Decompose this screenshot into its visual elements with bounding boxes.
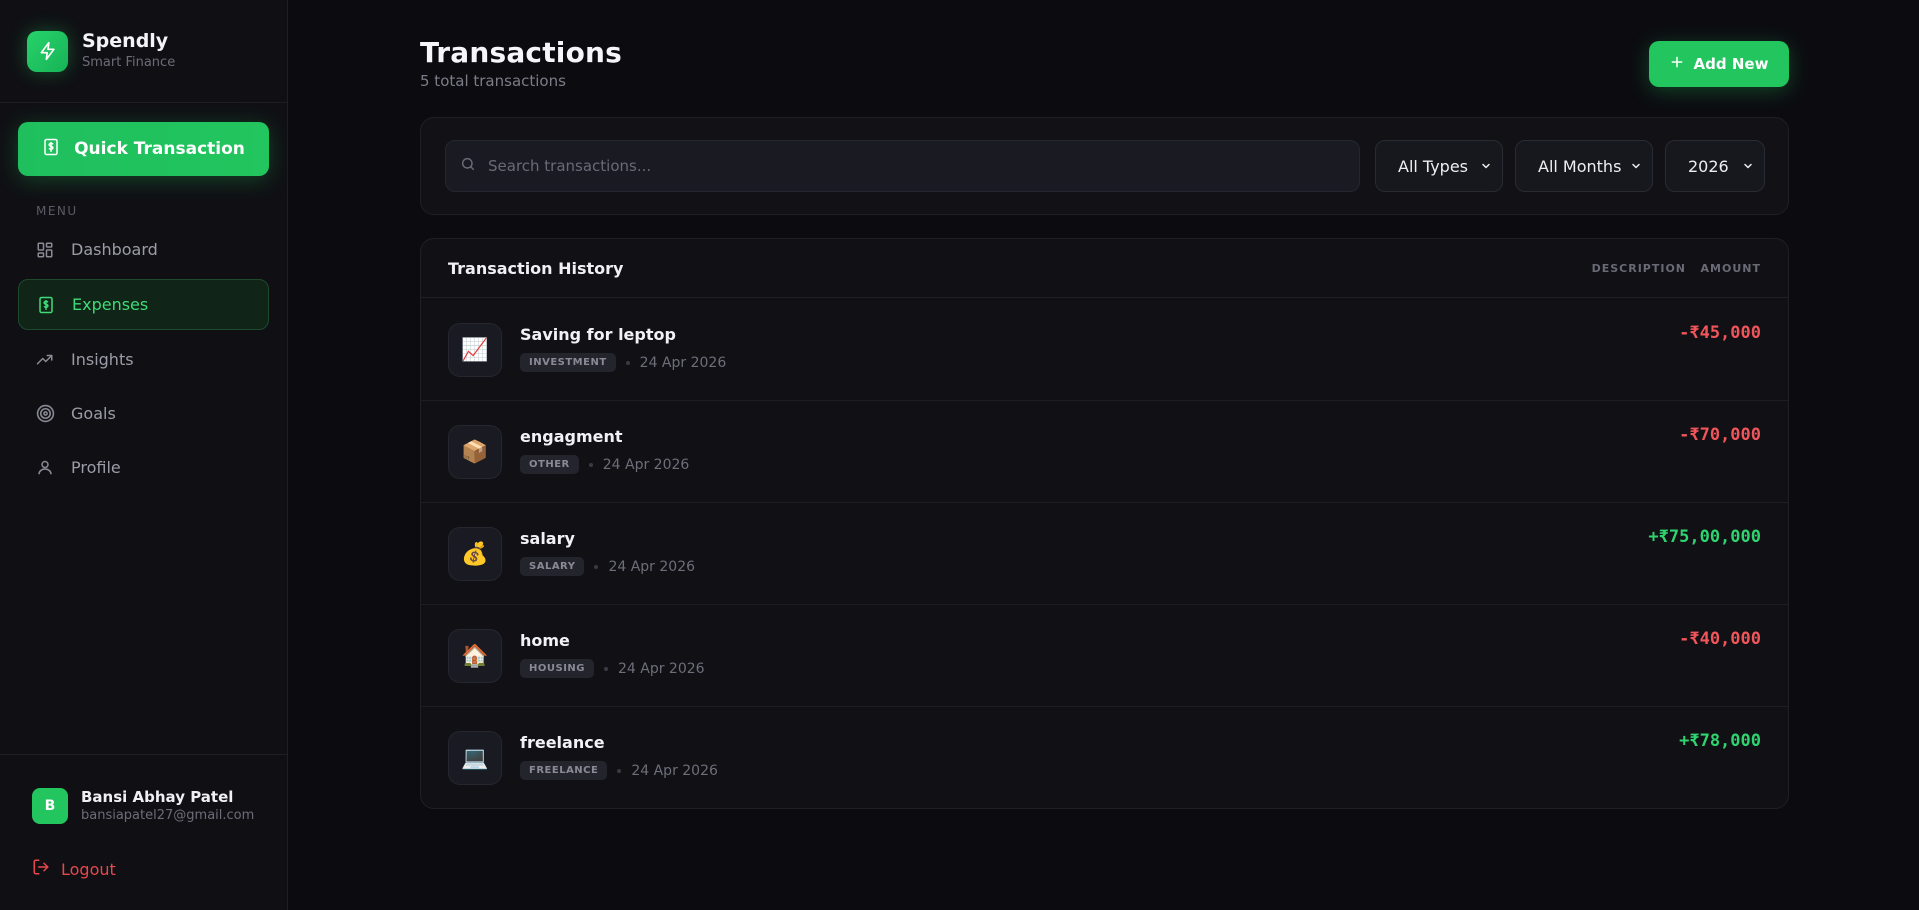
add-new-label: Add New — [1693, 55, 1769, 73]
year-select[interactable]: 2026 — [1665, 140, 1765, 192]
add-new-button[interactable]: Add New — [1649, 41, 1789, 87]
month-select[interactable]: All Months — [1515, 140, 1653, 192]
brand-name: Spendly — [82, 30, 169, 52]
sidebar-item-goals[interactable]: Goals — [18, 388, 269, 439]
separator-dot — [588, 462, 593, 467]
menu-label: MENU — [36, 204, 78, 218]
search-input[interactable] — [488, 157, 1348, 175]
transaction-date: 24 Apr 2026 — [639, 354, 727, 371]
transaction-amount: +₹75,00,000 — [1648, 527, 1761, 547]
brand[interactable]: Spendly Smart Finance — [27, 30, 175, 72]
transaction-date: 24 Apr 2026 — [618, 660, 705, 677]
transaction-date: 24 Apr 2026 — [602, 456, 690, 473]
user-name: Bansi Abhay Patel — [81, 788, 234, 806]
search-icon — [460, 156, 476, 176]
type-select-value: All Types — [1398, 156, 1469, 176]
sidebar-item-label: Profile — [71, 458, 121, 477]
separator-dot — [604, 666, 608, 671]
sidebar: Spendly Smart Finance Quick Transaction … — [0, 0, 288, 910]
chart-increasing-icon: 📈 — [448, 323, 502, 377]
transaction-amount: -₹45,000 — [1679, 323, 1761, 343]
month-select-value: All Months — [1538, 156, 1622, 176]
transaction-date: 24 Apr 2026 — [631, 762, 718, 779]
target-icon — [35, 404, 55, 424]
money-bag-icon: 💰 — [448, 527, 502, 581]
chevron-down-icon — [1742, 157, 1754, 176]
category-tag: FREELANCE — [520, 761, 608, 780]
transaction-amount: +₹78,000 — [1679, 731, 1761, 751]
category-tag: HOUSING — [520, 659, 594, 678]
filter-bar: All Types All Months 2026 — [420, 117, 1789, 215]
page-title: Transactions — [420, 36, 623, 69]
sidebar-item-expenses[interactable]: Expenses — [18, 279, 269, 330]
table-row[interactable]: 💰 salary SALARY 24 Apr 2026 +₹75,00,000 — [421, 503, 1788, 605]
grid-icon — [35, 240, 55, 260]
transaction-date: 24 Apr 2026 — [608, 558, 696, 575]
table-row[interactable]: 📦 engagment OTHER 24 Apr 2026 -₹70,000 — [421, 401, 1788, 503]
brand-subtitle: Smart Finance — [82, 55, 176, 70]
sidebar-item-label: Expenses — [72, 295, 149, 314]
transaction-title: home — [520, 631, 570, 650]
category-tag: INVESTMENT — [520, 353, 616, 372]
quick-transaction-button[interactable]: Quick Transaction — [18, 122, 269, 176]
table-row[interactable]: 💻 freelance FREELANCE 24 Apr 2026 +₹78,0… — [421, 707, 1788, 808]
column-header-description: DESCRIPTION — [1591, 262, 1686, 275]
transaction-title: Saving for leptop — [520, 325, 676, 344]
user-email: bansiapatel27@gmail.com — [81, 808, 255, 823]
sidebar-item-label: Goals — [71, 404, 116, 423]
package-icon: 📦 — [448, 425, 502, 479]
sidebar-divider — [0, 102, 288, 103]
page-subtitle: 5 total transactions — [420, 72, 566, 90]
sidebar-item-insights[interactable]: Insights — [18, 334, 269, 385]
lightning-bolt-icon — [27, 30, 68, 72]
logout-label: Logout — [61, 859, 116, 879]
category-tag: SALARY — [520, 557, 585, 576]
plus-icon — [1670, 55, 1684, 73]
year-select-value: 2026 — [1688, 156, 1729, 176]
laptop-icon: 💻 — [448, 731, 502, 785]
sidebar-item-label: Dashboard — [71, 240, 158, 259]
avatar: B — [32, 788, 68, 824]
dollar-receipt-icon — [42, 137, 60, 162]
sidebar-item-label: Insights — [71, 350, 134, 369]
transaction-title: salary — [520, 529, 575, 548]
search-box[interactable] — [445, 140, 1360, 192]
transaction-history: Transaction History DESCRIPTION AMOUNT 📈… — [420, 238, 1789, 809]
separator-dot — [625, 360, 630, 365]
quick-transaction-label: Quick Transaction — [74, 139, 245, 159]
main-content: Transactions 5 total transactions Add Ne… — [288, 0, 1919, 910]
house-icon: 🏠 — [448, 629, 502, 683]
transaction-amount: -₹40,000 — [1679, 629, 1761, 649]
transaction-amount: -₹70,000 — [1679, 425, 1761, 445]
separator-dot — [617, 768, 622, 773]
transaction-title: freelance — [520, 733, 605, 752]
chevron-down-icon — [1630, 157, 1642, 176]
category-tag: OTHER — [520, 455, 579, 474]
column-header-amount: AMOUNT — [1700, 262, 1761, 275]
user-profile[interactable]: B Bansi Abhay Patel bansiapatel27@gmail.… — [32, 787, 254, 825]
logout-icon — [32, 858, 50, 880]
table-header: Transaction History DESCRIPTION AMOUNT — [421, 239, 1788, 298]
table-title: Transaction History — [448, 259, 624, 278]
table-row[interactable]: 🏠 home HOUSING 24 Apr 2026 -₹40,000 — [421, 605, 1788, 707]
sidebar-item-dashboard[interactable]: Dashboard — [18, 224, 269, 275]
separator-dot — [594, 564, 599, 569]
table-row[interactable]: 📈 Saving for leptop INVESTMENT 24 Apr 20… — [421, 299, 1788, 401]
transaction-title: engagment — [520, 427, 623, 446]
chevron-down-icon — [1480, 157, 1492, 176]
trending-up-icon — [35, 350, 55, 370]
sidebar-divider — [0, 754, 288, 755]
logout-button[interactable]: Logout — [32, 858, 116, 880]
user-icon — [35, 458, 55, 478]
sidebar-item-profile[interactable]: Profile — [18, 442, 269, 493]
type-select[interactable]: All Types — [1375, 140, 1503, 192]
dollar-receipt-icon — [36, 295, 56, 315]
